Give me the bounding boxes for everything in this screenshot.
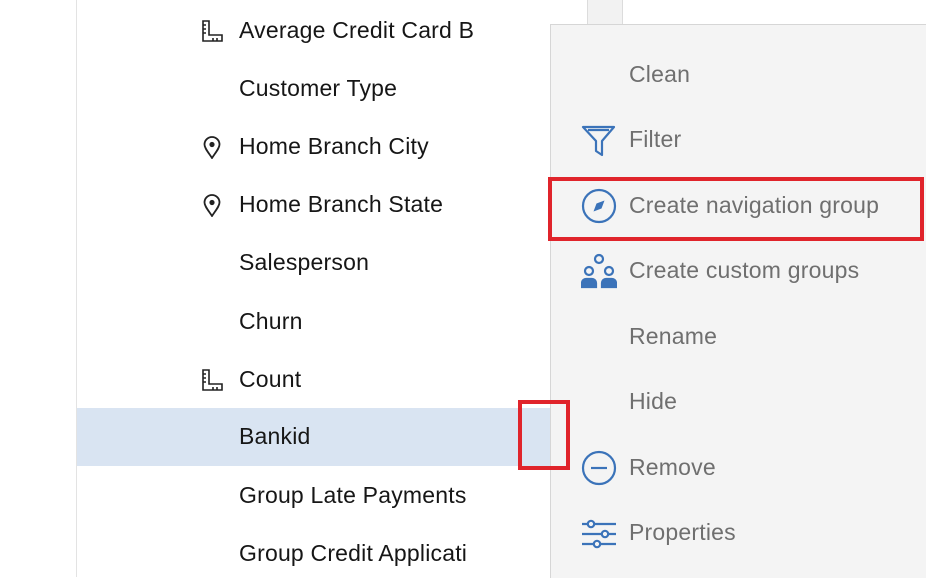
- field-item-average-credit-card[interactable]: Average Credit Card B: [77, 2, 550, 60]
- menu-item-label: Create custom groups: [629, 257, 860, 283]
- field-list: Average Credit Card B Customer Type Home…: [77, 0, 550, 577]
- field-label: Count: [239, 366, 302, 392]
- field-item-group-late-payments[interactable]: Group Late Payments: [77, 467, 550, 525]
- field-item-home-branch-city[interactable]: Home Branch City: [77, 118, 550, 176]
- highlight-box-navigation-group: [548, 177, 924, 241]
- field-item-salesperson[interactable]: Salesperson: [77, 234, 550, 292]
- field-label: Home Branch State: [239, 191, 444, 217]
- field-label: Group Credit Applicati: [239, 540, 468, 566]
- context-menu: Clean Filter Create navigation group Cre…: [550, 24, 926, 578]
- field-item-churn[interactable]: Churn: [77, 293, 550, 351]
- field-label: Customer Type: [239, 75, 398, 101]
- menu-item-rename[interactable]: Rename: [551, 304, 926, 369]
- menu-item-label: Rename: [629, 323, 718, 349]
- properties-icon: [581, 515, 617, 551]
- remove-icon: [581, 450, 617, 486]
- field-label: Home Branch City: [239, 133, 429, 159]
- field-label: Churn: [239, 308, 303, 334]
- menu-item-create-custom-groups[interactable]: Create custom groups: [551, 238, 926, 303]
- field-item-home-branch-state[interactable]: Home Branch State: [77, 176, 550, 234]
- menu-item-clean[interactable]: Clean: [551, 42, 926, 107]
- ruler-icon: [200, 19, 224, 43]
- menu-item-filter[interactable]: Filter: [551, 107, 926, 172]
- menu-item-hide[interactable]: Hide: [551, 369, 926, 434]
- custom-groups-icon: [580, 253, 618, 289]
- filter-icon: [581, 122, 617, 158]
- field-item-bankid[interactable]: Bankid: [77, 408, 550, 466]
- menu-item-label: Properties: [629, 519, 736, 545]
- scrollbar[interactable]: [587, 0, 623, 24]
- menu-item-remove[interactable]: Remove: [551, 435, 926, 500]
- field-item-group-credit-applications[interactable]: Group Credit Applicati: [77, 525, 550, 583]
- field-item-count[interactable]: Count: [77, 351, 550, 409]
- menu-item-label: Remove: [629, 454, 716, 480]
- menu-item-label: Hide: [629, 388, 678, 414]
- field-label: Salesperson: [239, 249, 370, 275]
- ruler-icon: [200, 368, 224, 392]
- highlight-box-row-edge: [518, 400, 570, 470]
- field-label: Bankid: [239, 423, 311, 449]
- field-label: Group Late Payments: [239, 482, 467, 508]
- location-pin-icon: [200, 135, 224, 160]
- location-pin-icon: [200, 193, 224, 218]
- menu-item-label: Clean: [629, 61, 691, 87]
- field-label: Average Credit Card B: [239, 17, 475, 43]
- field-item-customer-type[interactable]: Customer Type: [77, 60, 550, 118]
- menu-item-properties[interactable]: Properties: [551, 500, 926, 565]
- menu-item-label: Filter: [629, 126, 682, 152]
